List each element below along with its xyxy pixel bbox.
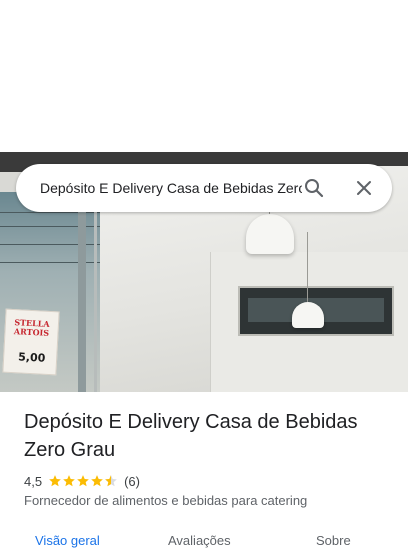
star-icon (77, 475, 89, 487)
sign-price: 5,00 (17, 350, 46, 365)
star-icon (91, 475, 103, 487)
review-count[interactable]: (6) (124, 474, 140, 489)
star-icon (63, 475, 75, 487)
place-title: Depósito E Delivery Casa de Bebidas Zero… (24, 411, 358, 461)
pendant-lamp (246, 214, 294, 254)
search-icon[interactable] (302, 176, 326, 200)
search-bar[interactable]: Depósito E Delivery Casa de Bebidas Zero… (16, 164, 392, 212)
door-frame (78, 192, 86, 392)
lamp-cord (307, 232, 308, 304)
rating-value: 4,5 (24, 473, 43, 489)
pendant-lamp (292, 302, 324, 328)
close-icon[interactable] (352, 176, 376, 200)
tab-overview[interactable]: Visão geral (35, 533, 100, 548)
rating-row[interactable]: 4,5 (6) (24, 472, 140, 490)
search-query[interactable]: Depósito E Delivery Casa de Bebidas Zero… (40, 179, 302, 197)
tab-reviews[interactable]: Avaliações (168, 533, 231, 548)
star-rating (48, 474, 118, 488)
star-half-icon (105, 475, 117, 487)
price-sign: STELLA ARTOIS 5,00 (2, 308, 60, 376)
star-icon (49, 475, 61, 487)
sign-brand: STELLA ARTOIS (13, 317, 50, 338)
place-category[interactable]: Fornecedor de alimentos e bebidas para c… (24, 493, 307, 508)
blank-area (0, 0, 408, 152)
tab-about[interactable]: Sobre (316, 533, 351, 548)
